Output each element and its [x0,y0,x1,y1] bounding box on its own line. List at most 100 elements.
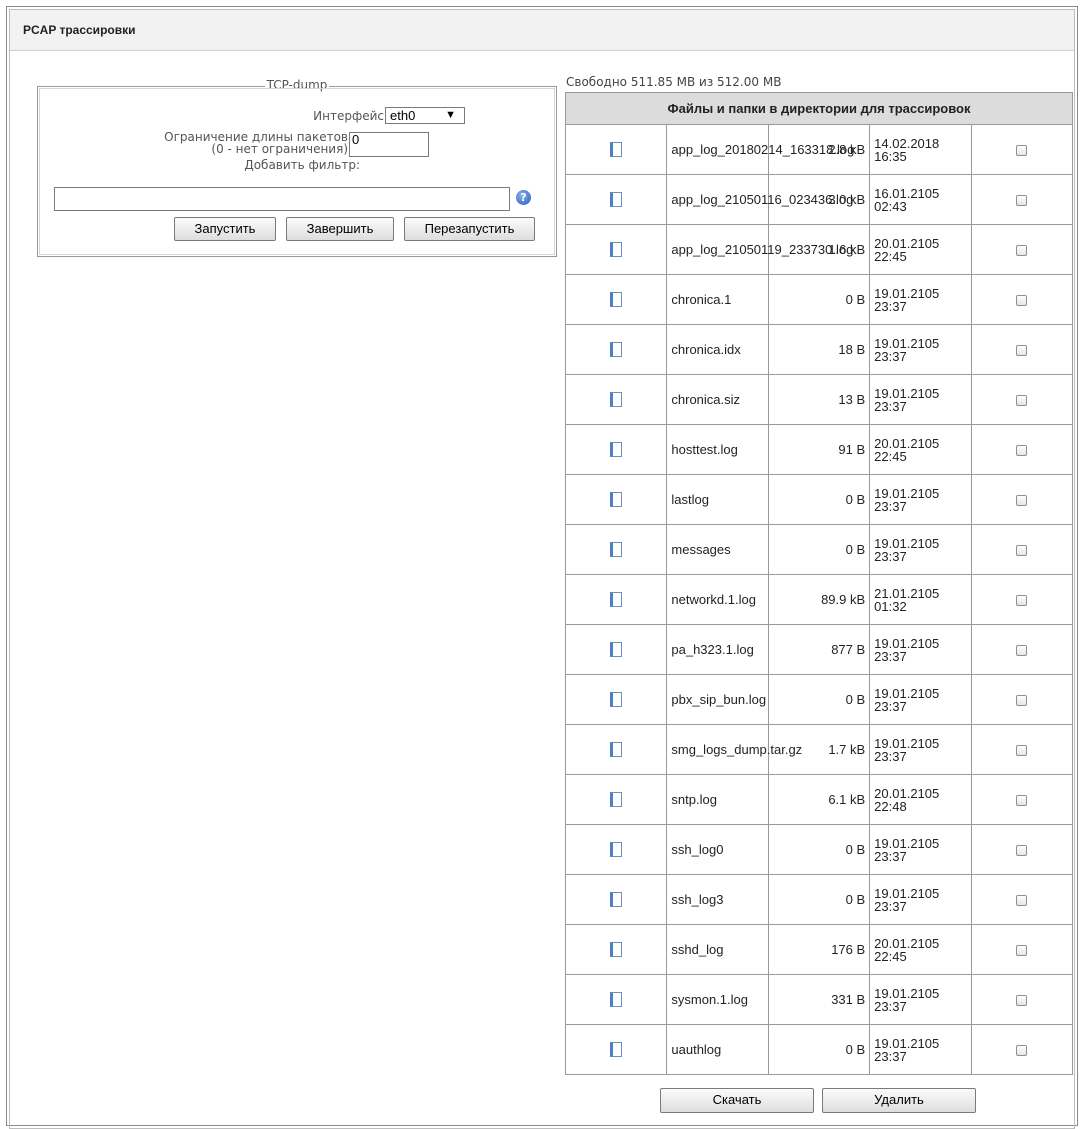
file-select-checkbox[interactable] [1016,845,1028,857]
file-select-checkbox[interactable] [1016,145,1028,157]
table-row[interactable]: app_log_21050116_023436.log 3.0 kB 16.01.2… [564,174,1074,225]
file-name[interactable]: app_log_21050119_233730.log [666,224,853,275]
file-date-day: 14.02.2018 [874,135,940,151]
filter-label: Добавить фильтр: [244,158,360,172]
file-name[interactable]: sysmon.1.log [666,974,769,1025]
file-icon [610,791,623,807]
file-name[interactable]: pa_h323.1.log [666,624,769,675]
file-date-time: 23:37 [874,348,907,364]
file-name[interactable]: hosttest.log [666,424,769,475]
file-select-checkbox[interactable] [1016,445,1028,457]
file-date-day: 20.01.2105 [874,785,940,801]
table-row[interactable]: uauthlog 0 B 19.01.2105 23:37 [564,1024,1074,1075]
interface-select[interactable]: eth0 ▼ [385,107,465,124]
file-icon-cell [564,574,668,625]
table-row[interactable]: chronica.idx 18 B 19.01.2105 23:37 [564,324,1074,375]
file-select-cell [970,424,1074,475]
restart-button[interactable]: Перезапустить [404,217,535,241]
page-title: PCAP трассировки [23,23,136,37]
file-date-day: 20.01.2105 [874,935,940,951]
table-row[interactable]: lastlog 0 B 19.01.2105 23:37 [564,474,1074,525]
file-name[interactable]: sshd_log [666,924,769,975]
table-row[interactable]: chronica.1 0 B 19.01.2105 23:37 [564,274,1074,325]
table-row[interactable]: chronica.siz 13 B 19.01.2105 23:37 [564,374,1074,425]
file-name[interactable]: app_log_21050116_023436.log [666,174,853,225]
file-select-checkbox[interactable] [1016,745,1028,757]
file-select-checkbox[interactable] [1016,995,1028,1007]
file-icon-cell [564,474,668,525]
file-name[interactable]: lastlog [666,474,769,525]
file-select-cell [970,974,1074,1025]
table-row[interactable]: ssh_log3 0 B 19.01.2105 23:37 [564,874,1074,925]
file-select-checkbox[interactable] [1016,595,1028,607]
file-select-checkbox[interactable] [1016,795,1028,807]
file-icon-cell [564,974,668,1025]
file-icon [610,141,623,157]
file-select-checkbox[interactable] [1016,495,1028,507]
file-date-day: 19.01.2105 [874,685,940,701]
tcpdump-panel: TCP-dump Интерфейс eth0 ▼ Ограничение дл… [37,78,557,257]
table-row[interactable]: app_log_21050119_233730.log 1.6 kB 20.01.2… [564,224,1074,275]
file-name[interactable]: chronica.1 [666,274,769,325]
file-date-time: 23:37 [874,648,907,664]
file-icon [610,991,623,1007]
file-select-checkbox[interactable] [1016,1045,1028,1057]
file-select-checkbox[interactable] [1016,945,1028,957]
start-button[interactable]: Запустить [174,217,276,241]
file-select-cell [970,374,1074,425]
file-date-day: 20.01.2105 [874,435,940,451]
files-table-header: Файлы и папки в директории для трассиров… [565,92,1073,125]
file-date-day: 20.01.2105 [874,235,940,251]
table-row[interactable]: pbx_sip_bun.log 0 B 19.01.2105 23:37 [564,674,1074,725]
file-name[interactable]: chronica.siz [666,374,769,425]
table-row[interactable]: smg_logs_dump.tar.gz 1.7 kB 19.01.2105 23:3… [564,724,1074,775]
file-select-checkbox[interactable] [1016,895,1028,907]
file-select-checkbox[interactable] [1016,695,1028,707]
stop-button[interactable]: Завершить [286,217,394,241]
file-select-checkbox[interactable] [1016,545,1028,557]
delete-button[interactable]: Удалить [822,1088,976,1113]
file-name[interactable]: pbx_sip_bun.log [666,674,769,725]
table-row[interactable]: sshd_log 176 B 20.01.2105 22:45 [564,924,1074,975]
filter-input[interactable] [54,187,510,211]
file-name[interactable]: ssh_log3 [666,874,769,925]
file-name[interactable]: networkd.1.log [666,574,769,625]
file-size: 91 B [767,424,871,475]
files-table-body: app_log_20180214_163318.log 2.8 kB 14.02.2… [564,124,1074,1075]
file-size: 0 B [767,874,871,925]
file-select-checkbox[interactable] [1016,195,1028,207]
packet-limit-input[interactable]: 0 [349,132,429,157]
file-name[interactable]: smg_logs_dump.tar.gz [666,724,802,775]
file-select-checkbox[interactable] [1016,245,1028,257]
file-icon-cell [564,824,668,875]
file-select-checkbox[interactable] [1016,395,1028,407]
file-select-checkbox[interactable] [1016,645,1028,657]
file-select-checkbox[interactable] [1016,295,1028,307]
table-row[interactable]: sysmon.1.log 331 B 19.01.2105 23:37 [564,974,1074,1025]
table-row[interactable]: hosttest.log 91 B 20.01.2105 22:45 [564,424,1074,475]
file-name[interactable]: ssh_log0 [666,824,769,875]
table-row[interactable]: app_log_20180214_163318.log 2.8 kB 14.02.2… [564,124,1074,175]
table-row[interactable]: networkd.1.log 89.9 kB 21.01.2105 01:32 [564,574,1074,625]
file-icon [610,441,623,457]
file-date-day: 16.01.2105 [874,185,940,201]
file-size: 6.1 kB [767,774,871,825]
file-name[interactable]: app_log_20180214_163318.log [666,124,854,175]
file-date-day: 21.01.2105 [874,585,940,601]
table-row[interactable]: ssh_log0 0 B 19.01.2105 23:37 [564,824,1074,875]
file-icon [610,941,623,957]
help-icon[interactable]: ? [516,190,531,205]
file-name[interactable]: uauthlog [666,1024,769,1075]
file-select-checkbox[interactable] [1016,345,1028,357]
table-row[interactable]: pa_h323.1.log 877 B 19.01.2105 23:37 [564,624,1074,675]
download-button[interactable]: Скачать [660,1088,814,1113]
table-row[interactable]: sntp.log 6.1 kB 20.01.2105 22:48 [564,774,1074,825]
file-date-time: 22:45 [874,248,907,264]
file-date-day: 19.01.2105 [874,385,940,401]
file-name[interactable]: sntp.log [666,774,769,825]
file-date-day: 19.01.2105 [874,285,940,301]
file-name[interactable]: chronica.idx [666,324,769,375]
file-date-time: 02:43 [874,198,907,214]
table-row[interactable]: messages 0 B 19.01.2105 23:37 [564,524,1074,575]
file-name[interactable]: messages [666,524,769,575]
